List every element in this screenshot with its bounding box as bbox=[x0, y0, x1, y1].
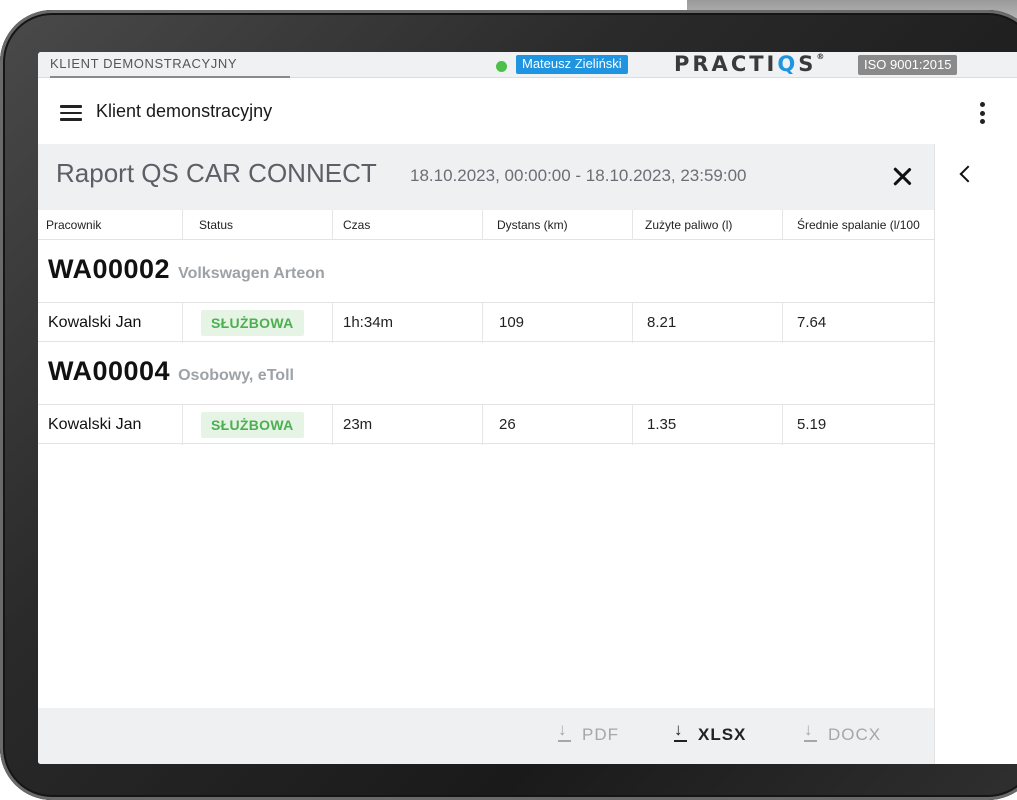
export-xlsx-button[interactable]: XLSX bbox=[674, 720, 747, 748]
column-header-status[interactable]: Status bbox=[182, 210, 332, 240]
user-name-badge[interactable]: Mateusz Zieliński bbox=[516, 55, 628, 74]
top-status-bar: KLIENT DEMONSTRACYJNY Mateusz Zieliński … bbox=[38, 52, 1017, 78]
table-header: Pracownik Status Czas Dystans (km) Zużyt… bbox=[38, 210, 934, 240]
report-title: Raport QS CAR CONNECT bbox=[56, 158, 377, 188]
distance-cell: 26 bbox=[482, 405, 632, 445]
fuel-cell: 1.35 bbox=[632, 405, 782, 445]
vehicle-id: WA00002 bbox=[48, 254, 171, 284]
export-docx-label: DOCX bbox=[828, 725, 882, 744]
report-panel: Raport QS CAR CONNECT 18.10.2023, 00:00:… bbox=[38, 144, 934, 764]
employee-cell: Kowalski Jan bbox=[48, 416, 142, 433]
column-header-time[interactable]: Czas bbox=[332, 210, 482, 240]
column-header-fuel[interactable]: Zużyte paliwo (l) bbox=[632, 210, 782, 240]
table-row[interactable]: Kowalski Jan SŁUŻBOWA 1h:34m 109 8.21 7.… bbox=[38, 302, 934, 343]
fuel-cell: 8.21 bbox=[632, 303, 782, 343]
export-pdf-label: PDF bbox=[582, 725, 619, 744]
export-xlsx-label: XLSX bbox=[698, 725, 747, 744]
table-row[interactable]: Kowalski Jan SŁUŻBOWA 23m 26 1.35 5.19 bbox=[38, 404, 934, 445]
side-panel bbox=[934, 144, 1017, 764]
status-cell: SŁUŻBOWA bbox=[182, 405, 332, 445]
export-docx-button[interactable]: DOCX bbox=[804, 720, 882, 748]
app-screen: KLIENT DEMONSTRACYJNY Mateusz Zieliński … bbox=[38, 52, 1017, 764]
client-tab[interactable]: KLIENT DEMONSTRACYJNY bbox=[50, 56, 290, 78]
download-icon bbox=[804, 720, 818, 742]
column-header-distance[interactable]: Dystans (km) bbox=[482, 210, 632, 240]
time-cell: 1h:34m bbox=[332, 303, 482, 343]
app-title: Klient demonstracyjny bbox=[96, 101, 273, 121]
export-pdf-button[interactable]: PDF bbox=[558, 720, 619, 748]
vehicle-group-title: WA00004 Osobowy, eToll bbox=[48, 356, 294, 396]
close-icon[interactable] bbox=[892, 166, 912, 186]
report-date-range: 18.10.2023, 00:00:00 - 18.10.2023, 23:59… bbox=[410, 166, 747, 185]
brand-logo: PRACTIQS® bbox=[674, 52, 825, 76]
report-header: Raport QS CAR CONNECT 18.10.2023, 00:00:… bbox=[38, 144, 934, 210]
iso-badge: ISO 9001:2015 bbox=[858, 55, 958, 75]
online-status-indicator bbox=[496, 61, 507, 72]
app-bar: Klient demonstracyjny bbox=[38, 78, 1017, 144]
vehicle-description: Osobowy, eToll bbox=[178, 367, 294, 384]
tablet-device: KLIENT DEMONSTRACYJNY Mateusz Zieliński … bbox=[0, 10, 1017, 800]
time-cell: 23m bbox=[332, 405, 482, 445]
download-icon bbox=[558, 720, 572, 742]
chevron-left-icon[interactable] bbox=[959, 165, 977, 183]
status-badge: SŁUŻBOWA bbox=[201, 412, 304, 438]
vehicle-group-title: WA00002 Volkswagen Arteon bbox=[48, 254, 325, 294]
vehicle-description: Volkswagen Arteon bbox=[178, 265, 325, 282]
export-toolbar: PDF XLSX DOCX bbox=[38, 708, 934, 764]
download-icon bbox=[674, 720, 688, 742]
distance-cell: 109 bbox=[482, 303, 632, 343]
status-cell: SŁUŻBOWA bbox=[182, 303, 332, 343]
hamburger-menu-icon[interactable] bbox=[60, 105, 82, 121]
status-badge: SŁUŻBOWA bbox=[201, 310, 304, 336]
avg-consumption-cell: 7.64 bbox=[782, 303, 934, 343]
avg-consumption-cell: 5.19 bbox=[782, 405, 934, 445]
vehicle-id: WA00004 bbox=[48, 356, 171, 386]
column-header-avg-consumption[interactable]: Średnie spalanie (l/100 bbox=[782, 210, 934, 240]
column-header-employee[interactable]: Pracownik bbox=[38, 210, 182, 240]
employee-cell: Kowalski Jan bbox=[48, 314, 142, 331]
kebab-menu-icon[interactable] bbox=[980, 102, 986, 124]
